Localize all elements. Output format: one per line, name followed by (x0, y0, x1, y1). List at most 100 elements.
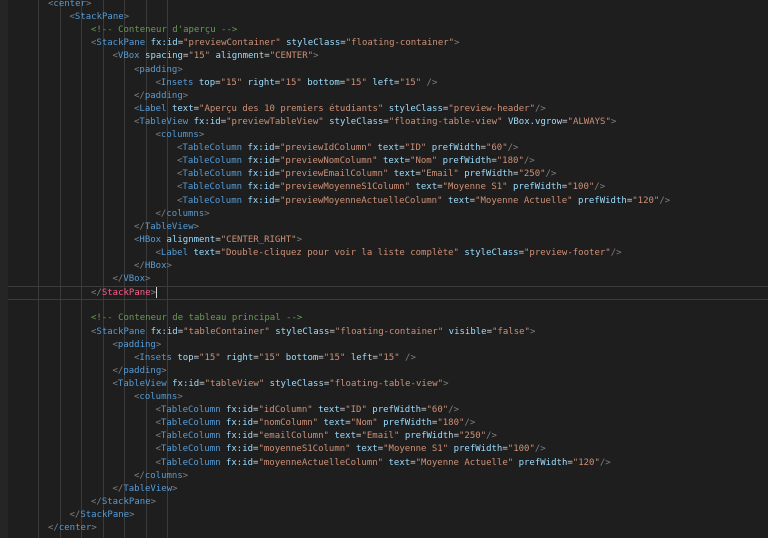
token-tag: columns (139, 392, 178, 402)
token-attr: prefWidth (372, 405, 422, 416)
token-str: "180" (437, 418, 465, 429)
code-line[interactable]: <VBox spacing="15" alignment="CENTER"> (8, 50, 768, 63)
token-punct: </ (69, 509, 81, 520)
code-line[interactable]: <TableColumn fx:id="previewMoyenneActuel… (8, 195, 768, 208)
code-line[interactable]: <columns> (8, 391, 768, 404)
token-attr: fx:id (247, 156, 275, 167)
token-punct: </ (134, 90, 145, 101)
token-attr: prefWidth (442, 156, 492, 167)
code-line[interactable]: <!-- Conteneur de tableau principal --> (8, 312, 768, 325)
token-attr: visible (448, 326, 487, 337)
code-line[interactable]: <center> (8, 0, 768, 11)
token-punct: /> (599, 457, 611, 468)
code-line[interactable]: <columns> (8, 129, 768, 142)
token-attr: prefWidth (513, 182, 562, 193)
code-line[interactable]: <TableColumn fx:id="emailColumn" text="E… (8, 430, 768, 443)
code-line[interactable]: <Label text="Double-cliquez pour voir la… (8, 247, 768, 260)
code-line[interactable]: <TableColumn fx:id="nomColumn" text="Nom… (8, 417, 768, 430)
token-punct: > (85, 0, 92, 9)
token-tag: Label (139, 103, 167, 114)
token-punct: > (182, 470, 189, 481)
token-str: "60" (485, 143, 508, 154)
token-tag: TableColumn (182, 195, 243, 206)
token-punct: /> (610, 247, 622, 258)
code-line[interactable]: <TableColumn fx:id="previewEmailColumn" … (8, 168, 768, 181)
token-str: "Moyenne S1" (383, 444, 449, 455)
code-line[interactable]: <padding> (8, 339, 768, 352)
code-line[interactable]: <Label text="Aperçu des 10 premiers étud… (8, 103, 768, 116)
code-line[interactable]: </center> (8, 522, 768, 535)
code-line[interactable]: <padding> (8, 64, 768, 77)
token-punct: > (443, 378, 449, 389)
token-str: "previewMoyenneS1Column" (279, 182, 411, 193)
token-attr: VBox.vgrow (507, 116, 563, 127)
token-punct: > (172, 483, 178, 494)
code-line[interactable]: <TableView fx:id="tableView" styleClass=… (8, 378, 768, 391)
code-editor[interactable]: <center> <StackPane> <!-- Conteneur d'aper… (8, 0, 768, 538)
code-line[interactable] (8, 299, 768, 312)
token-str: "idColumn" (258, 405, 313, 416)
code-line[interactable]: </padding> (8, 90, 768, 103)
code-line[interactable]: <TableColumn fx:id="moyenneS1Column" tex… (8, 443, 768, 456)
token-str: "moyenneS1Column" (258, 444, 351, 455)
code-line[interactable]: </HBox> (8, 260, 768, 273)
token-punct: > (313, 51, 319, 62)
token-str: "15" (323, 352, 346, 363)
code-line[interactable]: <TableColumn fx:id="previewNomColumn" te… (8, 155, 768, 168)
token-str: "tableView" (204, 378, 265, 389)
token-taghl: StackPane (101, 288, 151, 299)
token-attr: alignment (215, 51, 265, 62)
token-attr: styleClass (464, 247, 519, 258)
token-punct: /> (464, 418, 476, 429)
token-punct: </ (48, 523, 59, 533)
token-punct: /> (507, 143, 519, 154)
code-line[interactable]: </TableView> (8, 221, 768, 234)
code-line-current[interactable]: </StackPane> (8, 286, 768, 301)
token-punct: </ (112, 483, 124, 494)
code-line[interactable]: <Insets top="15" right="15" bottom="15" … (8, 352, 768, 365)
token-attr: fx:id (247, 169, 275, 180)
token-punct: > (123, 12, 130, 23)
code-line[interactable]: <Insets top="15" right="15" bottom="15" … (8, 77, 768, 90)
token-tag: TableView (117, 378, 167, 389)
token-punct: > (145, 274, 151, 285)
code-line[interactable]: <!-- Conteneur d'aperçu --> (8, 24, 768, 37)
code-line[interactable]: </columns> (8, 208, 768, 221)
token-punct: > (454, 38, 460, 49)
code-line[interactable]: <HBox alignment="CENTER_RIGHT"> (8, 234, 768, 247)
code-line[interactable]: </columns> (8, 470, 768, 483)
token-attr: prefWidth (518, 457, 568, 468)
code-line[interactable]: <StackPane fx:id="previewContainer" styl… (8, 37, 768, 50)
code-line[interactable]: <StackPane fx:id="tableContainer" styleC… (8, 326, 768, 339)
token-punct: > (150, 496, 157, 507)
token-attr: prefWidth (404, 431, 454, 442)
token-str: "tableContainer" (183, 326, 270, 337)
token-tag: padding (117, 339, 156, 350)
token-str: "250" (459, 431, 487, 442)
token-tag: HBox (144, 261, 167, 271)
token-tag: TableColumn (160, 405, 221, 416)
code-line[interactable]: <StackPane> (8, 11, 768, 24)
token-str: "previewContainer" (183, 38, 281, 49)
code-line[interactable]: <TableColumn fx:id="previewMoyenneS1Colu… (8, 181, 768, 194)
token-str: "15" (220, 77, 243, 88)
code-line[interactable]: </StackPane> (8, 509, 768, 522)
code-line[interactable]: <TableView fx:id="previewTableView" styl… (8, 116, 768, 129)
token-str: "180" (496, 156, 524, 167)
code-line[interactable]: </VBox> (8, 273, 768, 286)
code-line[interactable]: </StackPane> (8, 496, 768, 509)
token-attr: text (447, 195, 470, 206)
token-str: "15" (399, 77, 422, 88)
code-line[interactable]: </padding> (8, 365, 768, 378)
code-line[interactable]: </TableView> (8, 483, 768, 496)
token-attr: fx:id (150, 38, 178, 49)
token-str: "120" (572, 457, 600, 468)
token-attr: left (372, 77, 395, 88)
code-line[interactable]: <TableColumn fx:id="moyenneActuelleColum… (8, 457, 768, 470)
token-str: "floating-container" (345, 38, 455, 49)
token-tag: center (53, 0, 86, 9)
code-line[interactable]: <TableColumn fx:id="idColumn" text="ID" … (8, 404, 768, 417)
token-punct: </ (134, 470, 145, 481)
code-line[interactable]: <TableColumn fx:id="previewIdColumn" tex… (8, 142, 768, 155)
token-tag: center (58, 523, 92, 533)
